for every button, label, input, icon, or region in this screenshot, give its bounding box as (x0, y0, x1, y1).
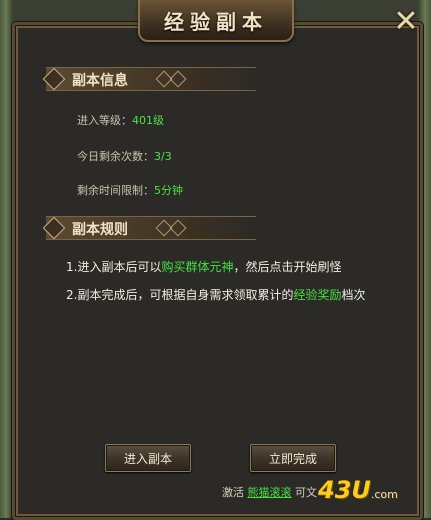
window-title: 经验副本 (164, 9, 268, 34)
info-section-title: 副本信息 (72, 73, 128, 89)
info-section-header: 副本信息 (42, 67, 256, 91)
close-button[interactable]: ✕ (389, 3, 423, 39)
rule-2-highlight: 经验奖励 (293, 288, 342, 302)
rule-2: 2.副本完成后，可根据自身需求领取累计的经验奖励档次 (66, 286, 365, 303)
activation-link[interactable]: 熊猫滚滚 (248, 486, 292, 499)
finish-now-button[interactable]: 立即完成 (250, 444, 336, 472)
time-limit-value: 5分钟 (154, 184, 183, 197)
rule-2-text: 2.副本完成后，可根据自身需求领取累计的 (66, 288, 294, 302)
rules-section-title: 副本规则 (72, 222, 128, 238)
rule-1-text-end: ，然后点击开始刷怪 (233, 260, 342, 274)
remaining-count-value: 3/3 (154, 150, 172, 163)
close-icon: ✕ (393, 3, 419, 39)
site-watermark: 43U.com (318, 476, 398, 504)
remaining-count-label: 今日剩余次数： (77, 150, 154, 163)
diamond-deco-icon (169, 219, 187, 237)
watermark-text: 43U (318, 476, 371, 504)
diamond-icon (42, 67, 66, 91)
time-limit-row: 剩余时间限制：5分钟 (77, 182, 183, 198)
enter-dungeon-button[interactable]: 进入副本 (105, 444, 191, 472)
diamond-icon (42, 216, 66, 240)
activation-suffix: 可文 (295, 486, 317, 499)
rule-2-text-end: 档次 (341, 288, 366, 302)
rules-section-header: 副本规则 (42, 216, 256, 240)
title-plate: 经验副本 (138, 0, 294, 42)
activation-prefix: 激活 (222, 486, 244, 499)
rule-1: 1.进入副本后可以购买群体元神，然后点击开始刷怪 (66, 258, 341, 275)
diamond-deco-icon (169, 70, 187, 88)
activation-hint: 激活 熊猫滚滚 可文 (222, 484, 317, 500)
entry-level-row: 进入等级：401级 (77, 112, 164, 128)
rule-1-text: 1.进入副本后可以 (66, 260, 162, 274)
rule-1-highlight: 购买群体元神 (161, 260, 234, 274)
remaining-count-row: 今日剩余次数：3/3 (77, 148, 172, 164)
watermark-suffix: .com (370, 488, 398, 501)
time-limit-label: 剩余时间限制： (77, 184, 154, 197)
entry-level-value: 401级 (132, 114, 164, 127)
entry-level-label: 进入等级： (77, 114, 132, 127)
